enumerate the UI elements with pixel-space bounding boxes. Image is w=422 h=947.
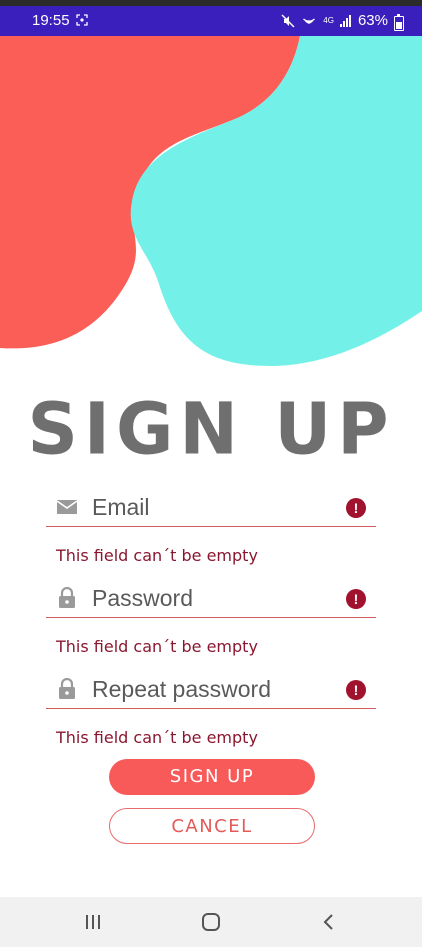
repeat-password-error-text: This field can´t be empty bbox=[56, 728, 258, 747]
sign-up-button[interactable]: SIGN UP bbox=[109, 759, 315, 795]
password-placeholder: Password bbox=[92, 585, 193, 611]
hotspot-icon bbox=[303, 17, 316, 24]
email-error-icon: ! bbox=[346, 498, 366, 518]
password-error-text: This field can´t be empty bbox=[56, 637, 258, 656]
email-placeholder: Email bbox=[92, 494, 150, 520]
page-title: SIGN UP bbox=[27, 387, 395, 471]
cancel-button[interactable]: CANCEL bbox=[109, 808, 315, 844]
email-error-text: This field can´t be empty bbox=[56, 546, 258, 565]
status-time: 19:55 bbox=[32, 12, 70, 29]
signal-icon bbox=[339, 14, 351, 27]
recent-apps-icon[interactable] bbox=[82, 911, 104, 933]
lock-icon bbox=[59, 587, 75, 608]
battery-icon bbox=[394, 14, 404, 31]
repeat-password-error-icon: ! bbox=[346, 680, 366, 700]
back-icon[interactable] bbox=[318, 911, 340, 933]
network-4g-icon: 4G bbox=[323, 15, 334, 25]
email-field[interactable]: Email ! bbox=[46, 490, 376, 527]
screenshot-icon bbox=[76, 14, 88, 26]
nav-bar bbox=[0, 897, 422, 947]
mute-icon bbox=[281, 14, 295, 27]
password-field[interactable]: Password ! bbox=[46, 581, 376, 618]
repeat-password-placeholder: Repeat password bbox=[92, 676, 271, 702]
email-icon bbox=[56, 500, 78, 514]
home-icon[interactable] bbox=[200, 911, 222, 933]
battery-percent: 63% bbox=[357, 12, 388, 29]
lock-icon bbox=[59, 678, 75, 699]
status-bar: 19:55 4G 63% bbox=[0, 6, 422, 36]
password-error-icon: ! bbox=[346, 589, 366, 609]
repeat-password-field[interactable]: Repeat password ! bbox=[46, 672, 376, 709]
header-blobs bbox=[0, 36, 422, 366]
